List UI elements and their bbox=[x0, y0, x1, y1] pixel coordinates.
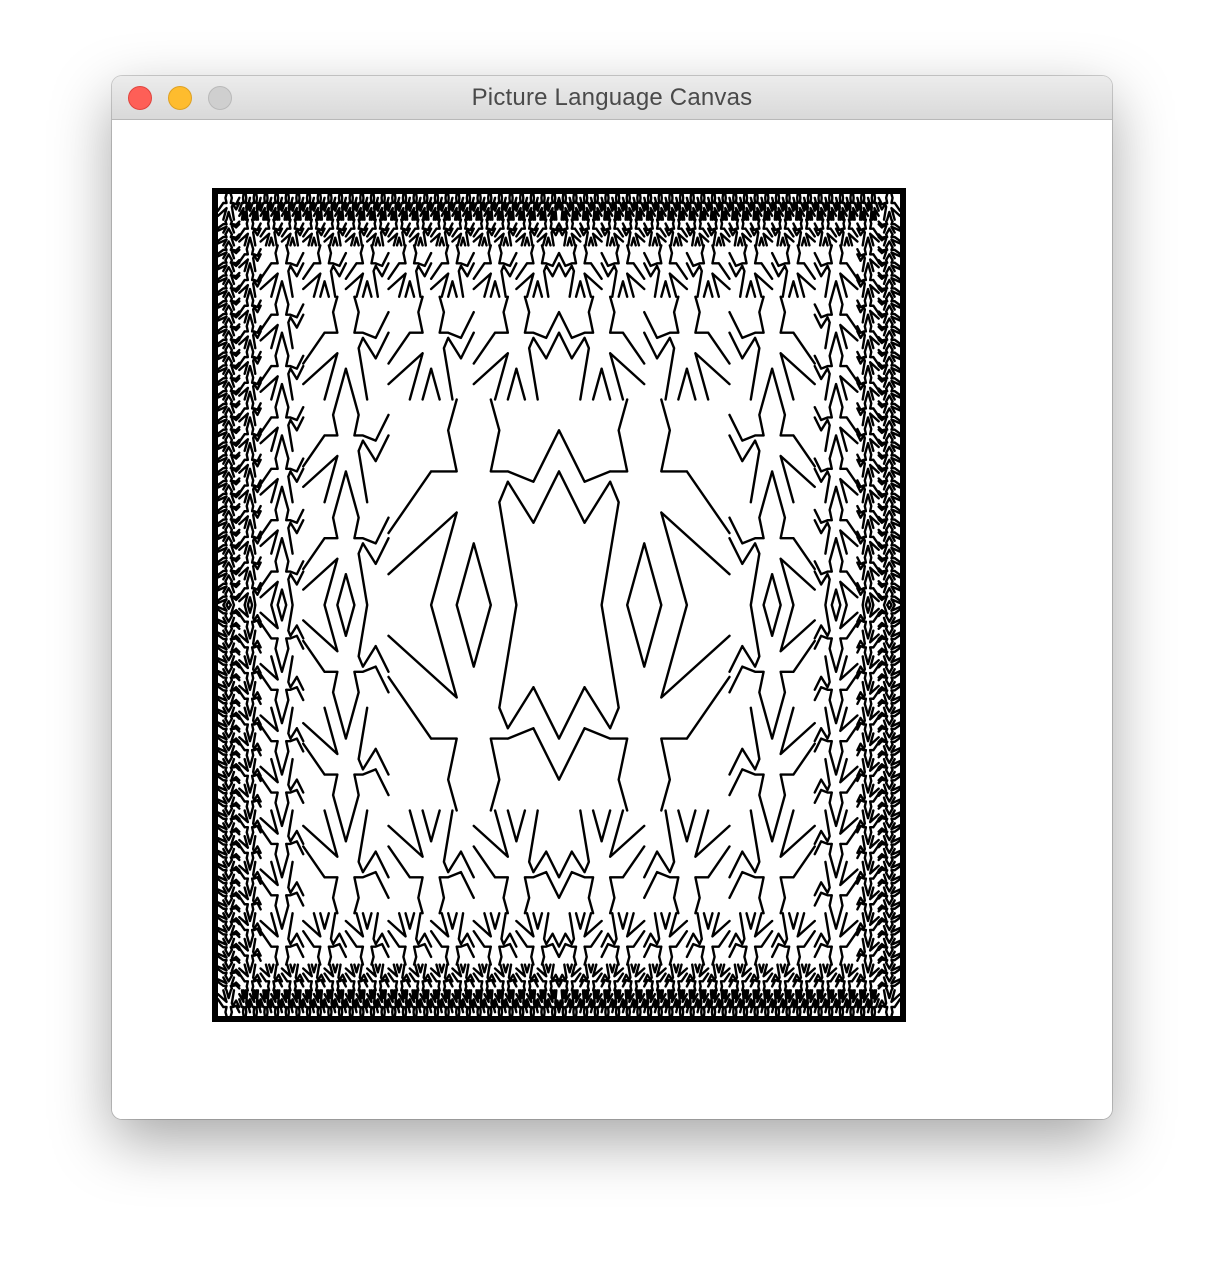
zoom-button[interactable] bbox=[208, 86, 232, 110]
title-bar[interactable]: Picture Language Canvas bbox=[112, 76, 1112, 120]
canvas-border bbox=[212, 188, 906, 1022]
window-title: Picture Language Canvas bbox=[471, 83, 753, 111]
window-controls bbox=[128, 86, 232, 110]
app-window: Picture Language Canvas bbox=[112, 76, 1112, 1119]
picture-canvas bbox=[212, 188, 906, 1022]
close-button[interactable] bbox=[128, 86, 152, 110]
minimize-button[interactable] bbox=[168, 86, 192, 110]
desktop: Picture Language Canvas bbox=[0, 0, 1224, 1268]
pattern-drawing bbox=[212, 188, 906, 1022]
stick-figure-pattern bbox=[216, 192, 902, 1018]
canvas-area bbox=[112, 120, 1112, 1119]
